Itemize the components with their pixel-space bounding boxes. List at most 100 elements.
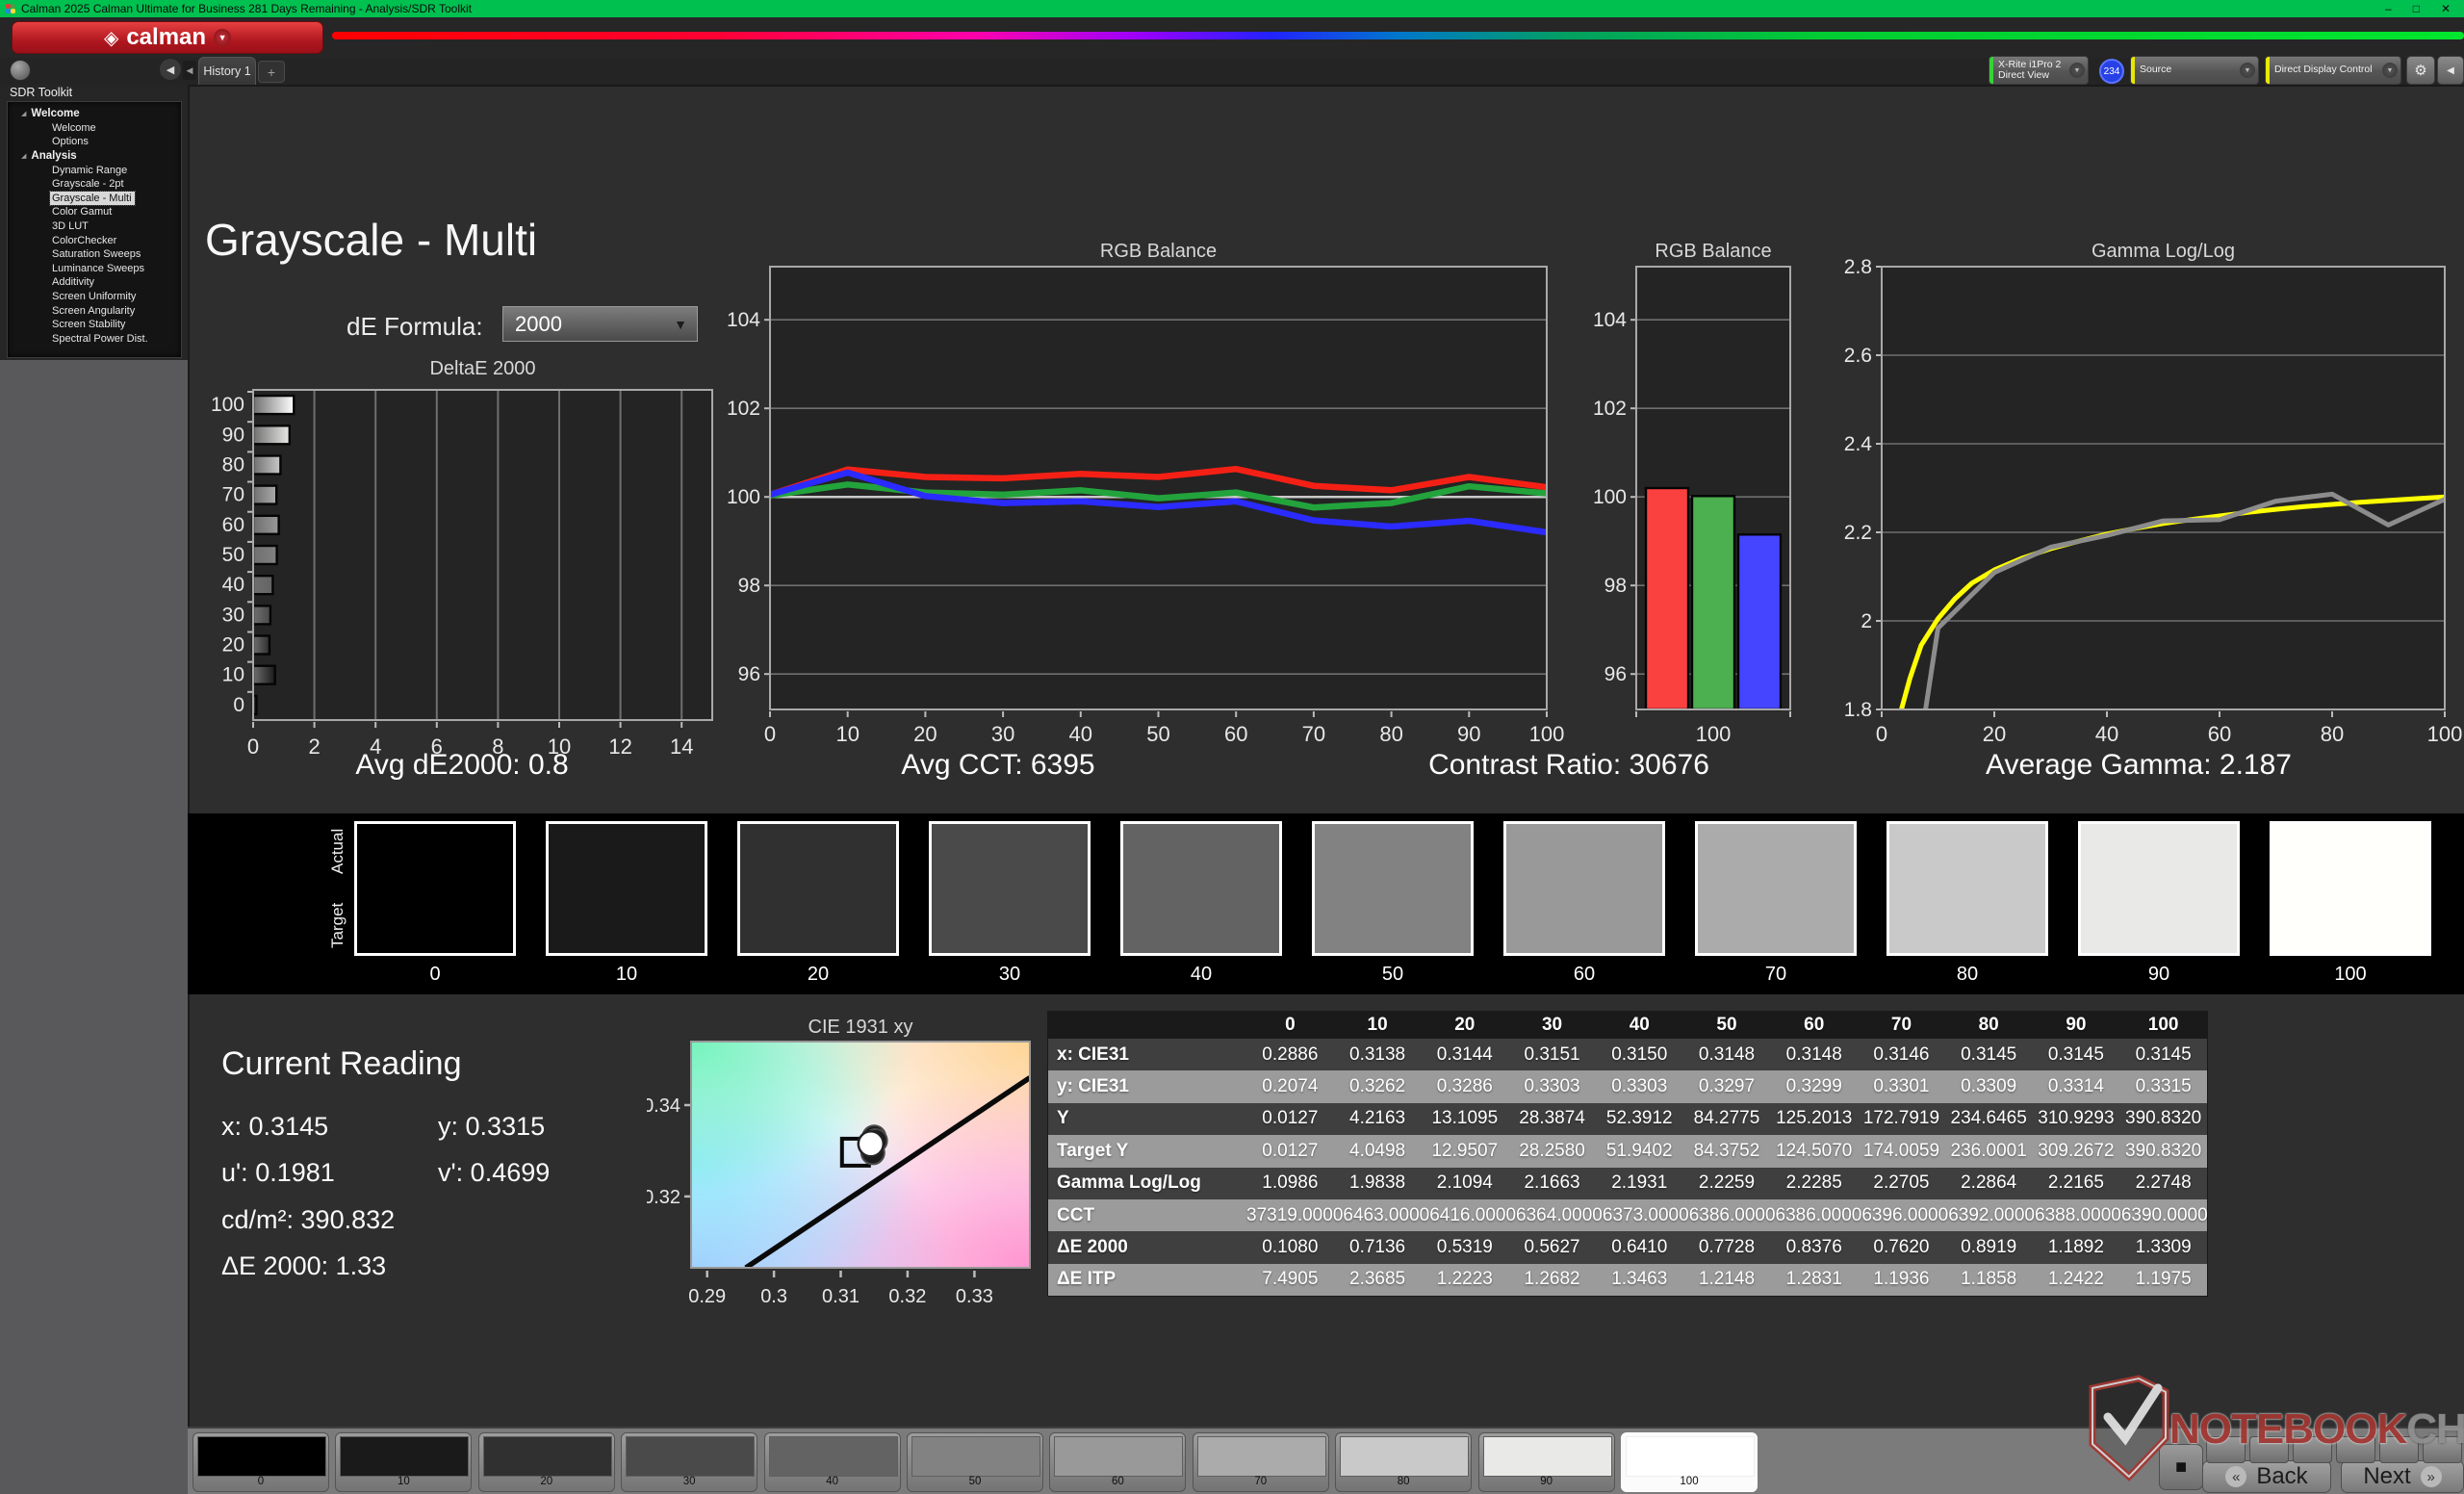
table-cell: 2.1663 [1508,1168,1596,1199]
tree-group-welcome[interactable]: ◢Welcome [8,107,181,121]
sidebar-item-3d-lut[interactable]: 3D LUT [8,219,181,234]
sidebar-item-color-gamut[interactable]: Color Gamut [8,205,181,219]
table-cell: 234.6465 [1945,1103,2033,1135]
chevron-down-icon: ▼ [674,317,687,332]
sidebar-item-grayscale-multi[interactable]: Grayscale - Multi [50,192,135,206]
table-cell: 0.5627 [1508,1231,1596,1263]
svg-text:100: 100 [211,394,244,416]
sidebar-item-options[interactable]: Options [8,135,181,149]
svg-text:0.32: 0.32 [888,1286,926,1307]
stop-button[interactable]: ■ [2159,1444,2203,1490]
sidebar-item-screen-stability[interactable]: Screen Stability [8,318,181,332]
bottom-tool-button-4[interactable] [2336,1436,2375,1463]
sidebar-item-screen-angularity[interactable]: Screen Angularity [8,303,181,318]
svg-text:100: 100 [2427,722,2463,746]
sidebar-item-luminance-sweeps[interactable]: Luminance Sweeps [8,262,181,276]
grayscale-swatch-0 [354,821,516,956]
table-cell: 28.2580 [1508,1135,1596,1167]
tree-group-analysis[interactable]: ◢Analysis [8,149,181,164]
next-button[interactable]: Next » [2341,1460,2464,1493]
patch-button-80[interactable]: 80 [1335,1432,1472,1492]
bottom-tool-button-1[interactable] [2206,1436,2246,1463]
patch-button-30[interactable]: 30 [621,1432,757,1492]
add-tab-button[interactable]: + [258,61,285,83]
sidebar-item-saturation-sweeps[interactable]: Saturation Sweeps [8,247,181,262]
table-cell: 236.0001 [1945,1135,2033,1167]
svg-text:0.32: 0.32 [647,1187,680,1208]
table-cell: 1.2682 [1508,1264,1596,1296]
patch-button-0[interactable]: 0 [192,1432,329,1492]
patch-button-90[interactable]: 90 [1478,1432,1615,1492]
patch-swatch [1626,1436,1755,1477]
patch-label: 30 [622,1476,757,1487]
svg-text:12: 12 [608,734,631,759]
tab-scroll-left-icon[interactable]: ◀ [183,61,196,80]
settings-button[interactable]: ⚙ [2406,56,2435,85]
back-button[interactable]: « Back [2202,1460,2331,1493]
page-title: Grayscale - Multi [205,214,537,266]
patch-button-100[interactable]: 100 [1621,1432,1758,1492]
de-formula-label: dE Formula: [346,312,483,342]
table-cell: 1.0986 [1246,1168,1334,1199]
sidebar-pin-button[interactable] [10,60,31,81]
bottom-tool-button-3[interactable] [2293,1436,2332,1463]
table-cell: 0.3286 [1421,1070,1508,1102]
sidebar-item-additivity[interactable]: Additivity [8,275,181,290]
table-cell: 12.9507 [1421,1135,1508,1167]
sidebar-item-dynamic-range[interactable]: Dynamic Range [8,163,181,177]
meter-name: X-Rite i1Pro 2 [1998,59,2061,70]
bottom-tool-button-5[interactable] [2379,1436,2419,1463]
table-cell: 0.3262 [1334,1070,1422,1102]
table-cell: 0.7136 [1334,1231,1422,1263]
table-cell: 0.3314 [2033,1070,2120,1102]
patch-button-50[interactable]: 50 [907,1432,1043,1492]
de-formula-select[interactable]: 2000 ▼ [502,306,698,342]
bottom-tool-button-2[interactable] [2249,1436,2289,1463]
tab-history-1[interactable]: History 1 [198,57,256,85]
svg-text:0: 0 [233,694,244,716]
svg-text:96: 96 [738,663,760,685]
patch-label: 70 [1194,1476,1328,1487]
table-col-header: 60 [1770,1012,1858,1039]
meter-button[interactable]: X-Rite i1Pro 2 Direct View ▼ [1989,56,2089,85]
bottom-tool-button-6[interactable] [2423,1436,2462,1463]
table-cell: 0.3151 [1508,1039,1596,1070]
patch-button-10[interactable]: 10 [335,1432,472,1492]
window-minimize-icon[interactable]: – [2385,2,2392,15]
table-col-header: 50 [1683,1012,1771,1039]
svg-text:70: 70 [222,484,244,506]
patch-button-20[interactable]: 20 [478,1432,615,1492]
v-prime-value: 0.4699 [471,1158,551,1187]
table-col-header: 40 [1596,1012,1683,1039]
table-row-label: ΔE ITP [1048,1264,1246,1296]
calman-app-window: Calman 2025 Calman Ultimate for Business… [0,0,2464,1494]
patch-label: 50 [908,1476,1042,1487]
window-close-icon[interactable]: ✕ [2441,2,2451,15]
patch-button-40[interactable]: 40 [764,1432,901,1492]
svg-text:2.8: 2.8 [1844,256,1872,278]
de2000-label: ΔE 2000: [221,1251,328,1280]
patch-button-70[interactable]: 70 [1193,1432,1329,1492]
sidebar-tree: ◢WelcomeWelcomeOptions◢AnalysisDynamic R… [7,101,182,358]
sidebar-item-grayscale-2pt[interactable]: Grayscale - 2pt [8,177,181,192]
calman-dropdown-icon: ▼ [214,29,231,46]
panel-collapse-button[interactable]: ◀ [2437,56,2464,85]
window-maximize-icon[interactable]: □ [2413,2,2420,15]
svg-text:30: 30 [222,604,244,626]
calman-menu-button[interactable]: ◈ calman ▼ [12,21,323,54]
table-col-header: 0 [1246,1012,1334,1039]
display-control-button[interactable]: Direct Display Control ▼ [2265,56,2401,85]
table-row-label: y: CIE31 [1048,1070,1246,1102]
sidebar-collapse-icon[interactable]: ◀ [160,59,181,80]
sidebar-item-colorchecker[interactable]: ColorChecker [8,233,181,247]
table-cell: 0.3303 [1508,1070,1596,1102]
sidebar-item-welcome[interactable]: Welcome [8,121,181,136]
table-cell: 0.3315 [2119,1070,2207,1102]
sidebar-item-spectral-power-dist-[interactable]: Spectral Power Dist. [8,332,181,347]
table-cell: 2.2705 [1858,1168,1945,1199]
table-cell: 0.8919 [1945,1231,2033,1263]
source-button[interactable]: Source ▼ [2130,56,2259,85]
sidebar-item-screen-uniformity[interactable]: Screen Uniformity [8,290,181,304]
table-cell: 0.7620 [1858,1231,1945,1263]
patch-button-60[interactable]: 60 [1049,1432,1186,1492]
